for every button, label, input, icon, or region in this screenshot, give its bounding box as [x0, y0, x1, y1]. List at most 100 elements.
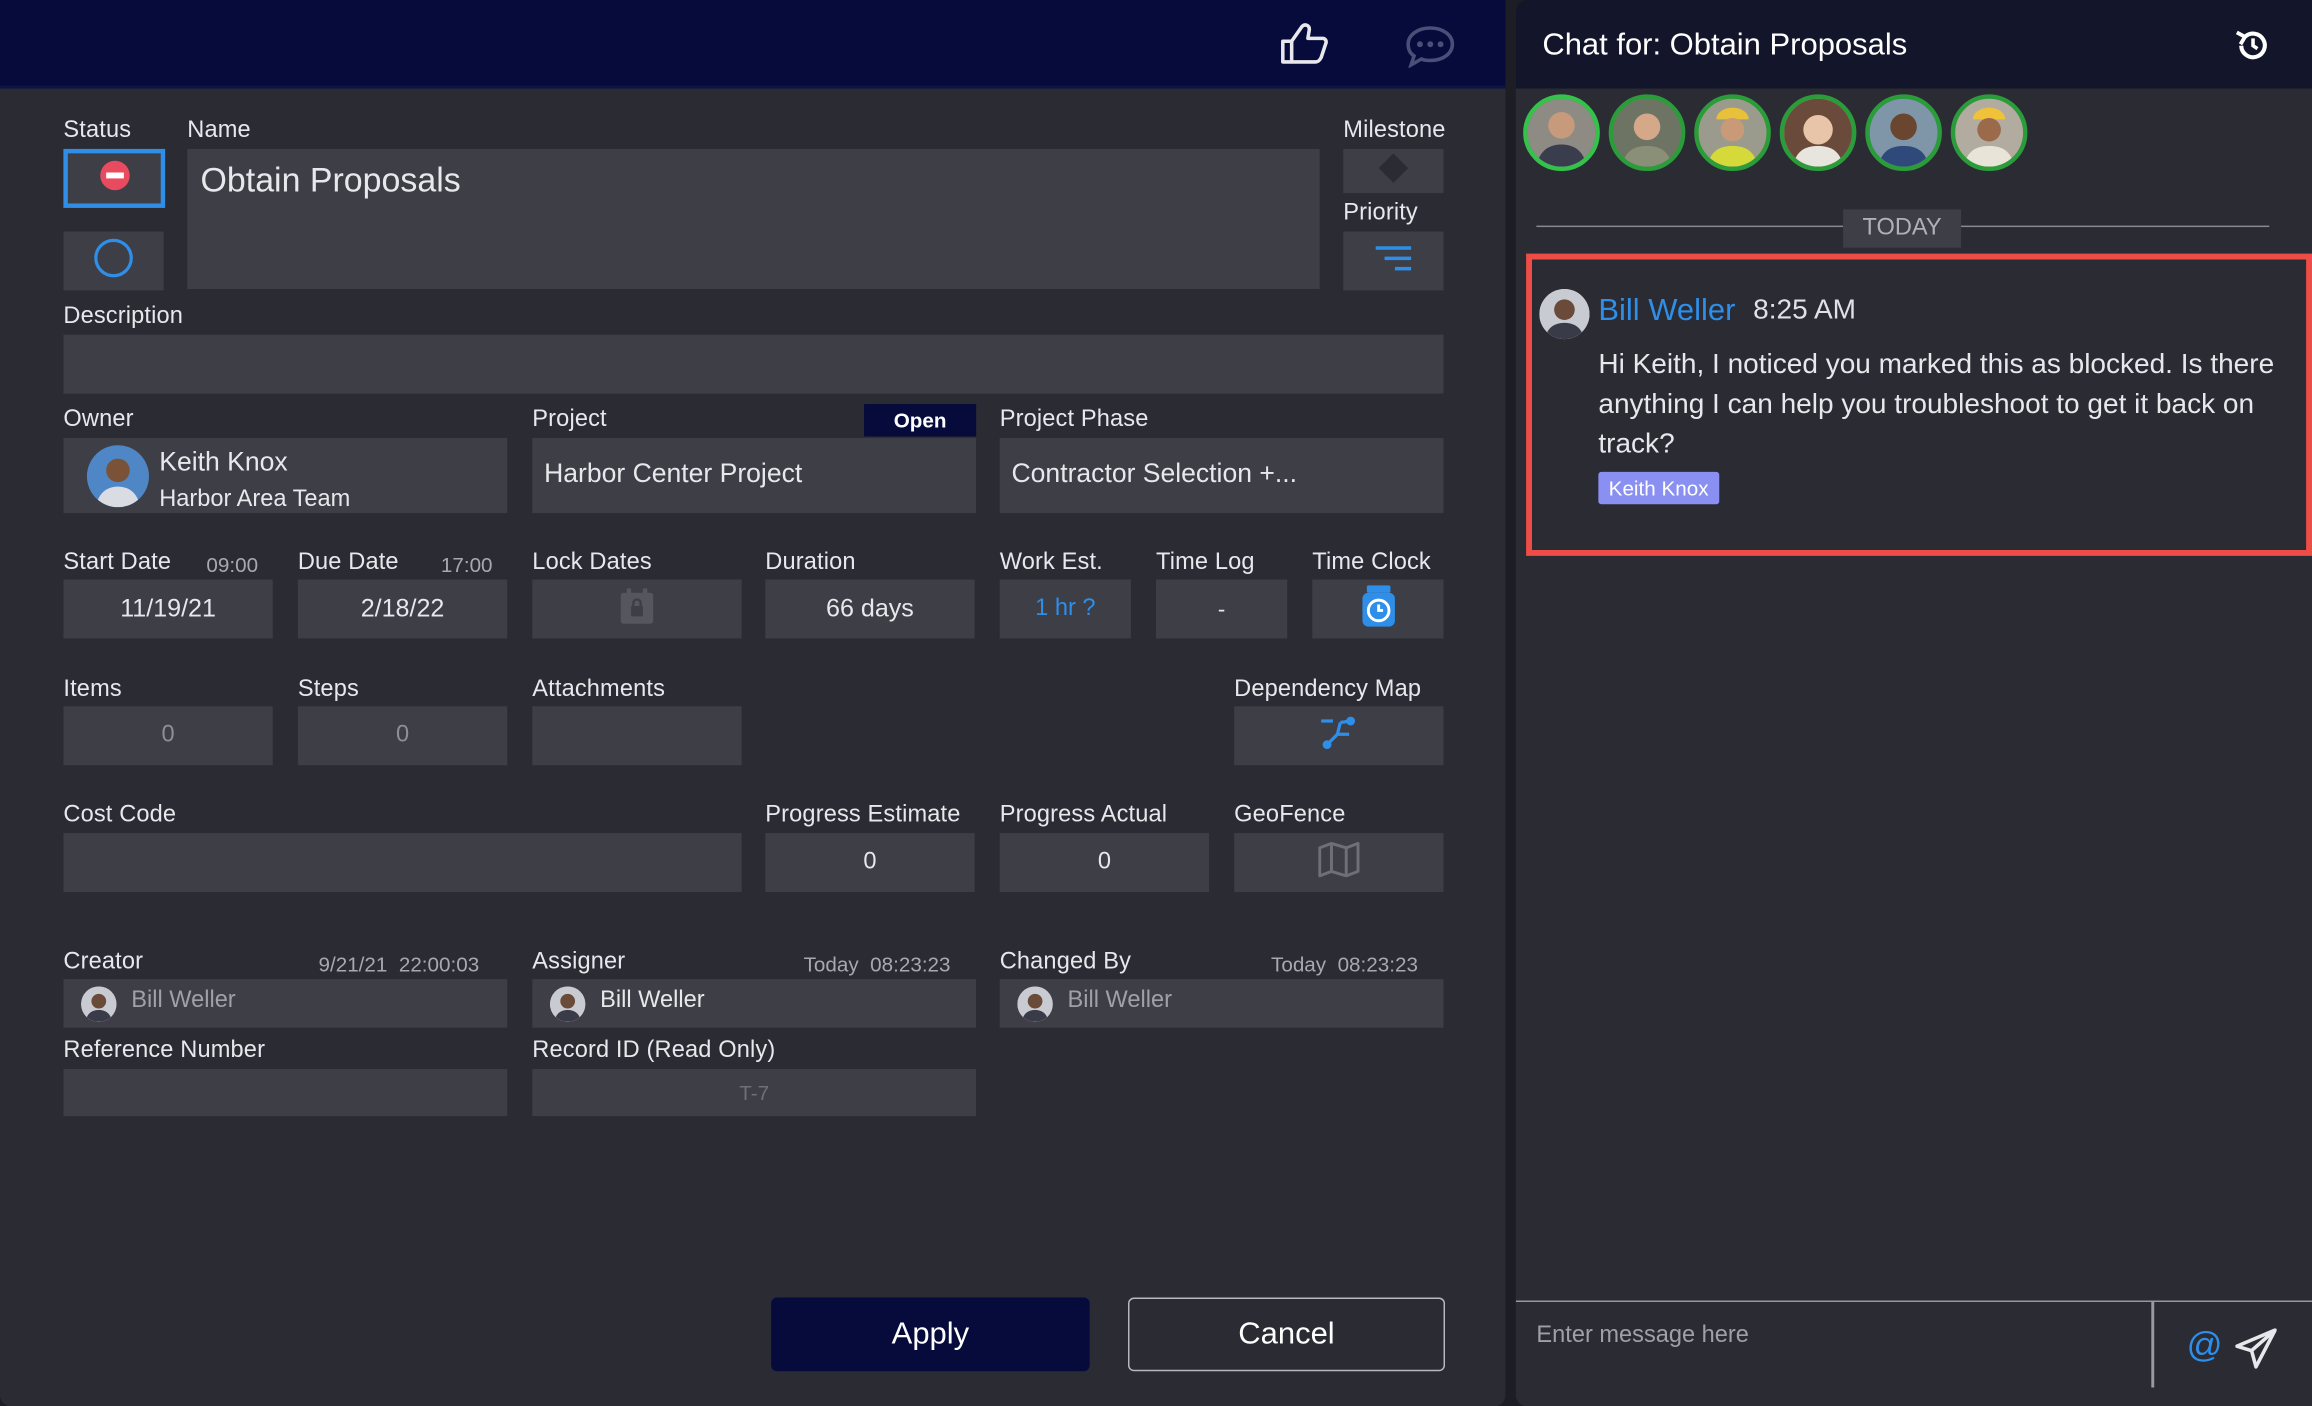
input-divider — [2151, 1301, 2154, 1388]
work-est-label: Work Est. — [999, 549, 1103, 576]
chat-input-area: Enter message here @ — [1515, 1300, 2312, 1406]
cost-code-label: Cost Code — [63, 802, 177, 828]
chat-header: Chat for: Obtain Proposals — [1515, 0, 2312, 89]
status-label: Status — [63, 117, 132, 144]
steps-value: 0 — [395, 722, 410, 748]
start-date-field[interactable]: 11/19/21 — [63, 579, 273, 639]
status-open-button[interactable] — [63, 231, 164, 291]
project-label: Project — [532, 406, 607, 433]
record-id-field: T-7 — [532, 1069, 977, 1117]
attachments-label: Attachments — [532, 676, 666, 702]
history-icon[interactable] — [2234, 27, 2272, 65]
participant-avatar-6[interactable] — [1950, 94, 2028, 172]
duration-value: 66 days — [826, 594, 914, 623]
reference-number-label: Reference Number — [63, 1038, 266, 1064]
work-est-value: 1 hr ? — [1035, 595, 1096, 621]
chat-title: Chat for: Obtain Proposals — [1542, 28, 1908, 62]
participant-avatar-4[interactable] — [1779, 94, 1857, 172]
priority-selector[interactable] — [1343, 231, 1444, 291]
cancel-button[interactable]: Cancel — [1127, 1297, 1446, 1372]
time-log-value: - — [1217, 596, 1226, 622]
attachments-field[interactable] — [532, 706, 742, 766]
start-date-label: Start Date — [63, 549, 172, 576]
time-log-label: Time Log — [1156, 549, 1255, 576]
participant-avatar-1[interactable] — [1523, 94, 1600, 172]
dependency-map-label: Dependency Map — [1234, 676, 1422, 702]
name-value: Obtain Proposals — [200, 160, 461, 200]
description-label: Description — [63, 303, 184, 329]
duration-field[interactable]: 66 days — [765, 579, 975, 639]
due-date-field[interactable]: 2/18/22 — [297, 579, 508, 639]
cost-code-field[interactable] — [63, 833, 742, 893]
changed-by-timestamp: Today 08:23:23 — [1271, 952, 1418, 977]
work-est-field[interactable]: 1 hr ? — [999, 579, 1131, 639]
duration-label: Duration — [765, 549, 856, 576]
divider-line-left — [1536, 225, 1844, 228]
lock-dates-toggle[interactable] — [532, 579, 742, 639]
time-log-field[interactable]: - — [1156, 579, 1288, 639]
map-icon — [1318, 841, 1360, 884]
items-label: Items — [63, 676, 122, 702]
assigner-field[interactable]: Bill Weller — [532, 979, 977, 1028]
owner-label: Owner — [63, 406, 134, 433]
task-header-bar — [0, 0, 1506, 89]
message-time: 8:25 AM — [1753, 294, 1856, 326]
progress-actual-label: Progress Actual — [999, 802, 1168, 828]
name-label: Name — [187, 117, 251, 144]
mention-icon[interactable]: @ — [2187, 1326, 2223, 1367]
milestone-label: Milestone — [1343, 117, 1446, 144]
message-input[interactable]: Enter message here — [1536, 1323, 2141, 1376]
changed-by-value: Bill Weller — [1067, 987, 1172, 1013]
geofence-button[interactable] — [1234, 833, 1444, 893]
calendar-lock-icon — [619, 586, 654, 632]
status-blocked-button[interactable] — [63, 148, 166, 208]
participant-avatar-2[interactable] — [1608, 94, 1686, 172]
mention-tag[interactable]: Keith Knox — [1598, 471, 1719, 505]
chat-bubble-icon[interactable] — [1404, 24, 1457, 69]
divider-line-right — [1961, 225, 2270, 228]
chat-panel: Chat for: Obtain Proposals TODAY Bill We… — [1515, 0, 2312, 1406]
avatar — [1017, 986, 1053, 1022]
progress-estimate-value: 0 — [863, 849, 877, 875]
participant-avatar-5[interactable] — [1865, 94, 1942, 172]
dependency-map-icon — [1320, 714, 1358, 757]
time-clock-button[interactable] — [1312, 579, 1444, 639]
progress-actual-field[interactable]: 0 — [999, 833, 1210, 893]
send-icon[interactable] — [2235, 1328, 2277, 1370]
thumbs-up-icon[interactable] — [1277, 21, 1333, 68]
owner-field[interactable]: Keith Knox Harbor Area Team — [63, 437, 508, 514]
time-clock-icon — [1360, 583, 1395, 635]
description-field[interactable] — [63, 334, 1444, 394]
owner-name: Keith Knox — [159, 446, 288, 477]
open-status-icon — [93, 237, 134, 286]
time-clock-label: Time Clock — [1312, 549, 1431, 576]
phase-field[interactable]: Contractor Selection +... — [999, 437, 1444, 514]
start-date-value: 11/19/21 — [120, 594, 216, 623]
creator-field: Bill Weller — [63, 979, 508, 1028]
dependency-map-button[interactable] — [1234, 706, 1444, 766]
progress-estimate-field[interactable]: 0 — [765, 833, 975, 893]
steps-field[interactable]: 0 — [297, 706, 508, 766]
name-field[interactable]: Obtain Proposals — [187, 148, 1320, 290]
avatar — [81, 986, 117, 1022]
items-field[interactable]: 0 — [63, 706, 273, 766]
project-field[interactable]: Harbor Center Project — [532, 437, 977, 514]
creator-value: Bill Weller — [131, 987, 236, 1013]
message-author[interactable]: Bill Weller — [1598, 293, 1735, 328]
avatar — [86, 445, 149, 508]
avatar — [1539, 289, 1590, 340]
record-id-label: Record ID (Read Only) — [532, 1038, 776, 1064]
participant-avatar-3[interactable] — [1694, 94, 1771, 172]
changed-by-field: Bill Weller — [999, 979, 1444, 1028]
creator-timestamp: 9/21/21 22:00:03 — [318, 952, 480, 977]
reference-number-field[interactable] — [63, 1069, 508, 1117]
milestone-toggle[interactable] — [1343, 148, 1444, 194]
due-time: 17:00 — [440, 552, 493, 577]
progress-estimate-label: Progress Estimate — [765, 802, 961, 828]
steps-label: Steps — [297, 676, 359, 702]
progress-actual-value: 0 — [1097, 849, 1111, 875]
owner-team: Harbor Area Team — [159, 486, 351, 512]
assigner-label: Assigner — [532, 949, 626, 975]
apply-button[interactable]: Apply — [771, 1297, 1090, 1372]
blocked-status-icon — [98, 159, 130, 199]
